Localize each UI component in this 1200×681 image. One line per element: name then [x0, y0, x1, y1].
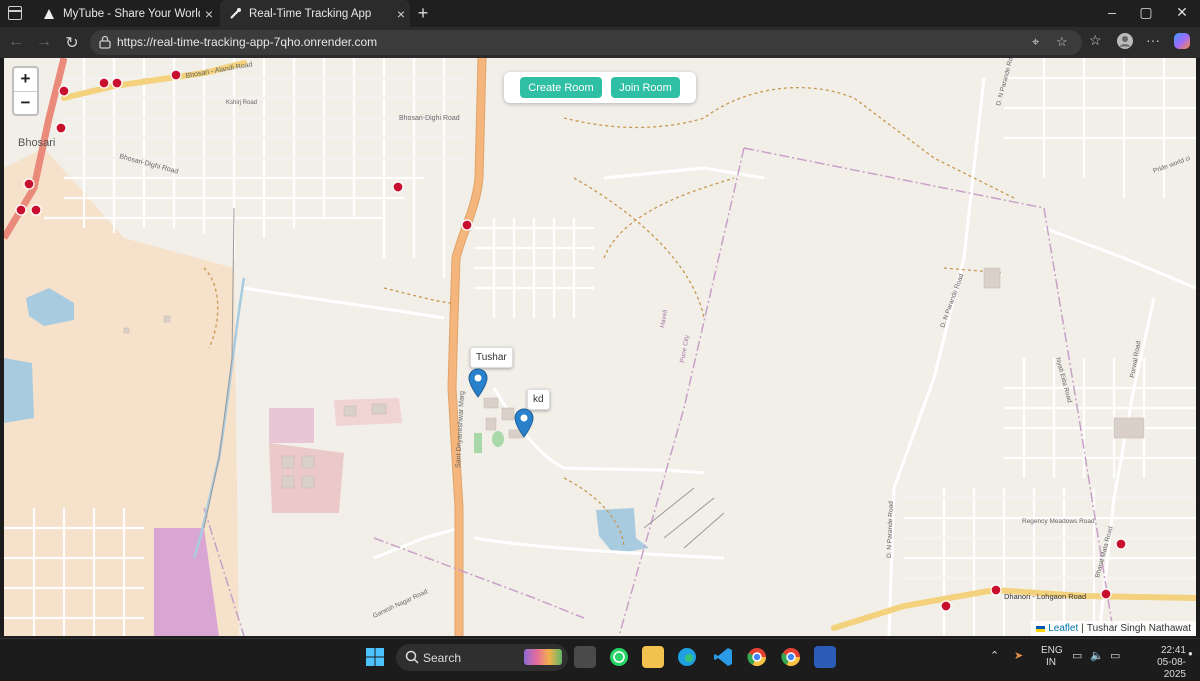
mytube-favicon-icon — [42, 7, 56, 21]
tab-title: Real-Time Tracking App — [249, 7, 372, 20]
back-icon[interactable]: ← — [6, 33, 26, 51]
tab-mytube[interactable]: MyTube - Share Your World × — [34, 0, 218, 27]
admin-label: Pune City — [679, 334, 691, 364]
taskbar-search[interactable]: Search — [396, 644, 568, 671]
map-attribution: Leaflet | Tushar Singh Nathawat — [1031, 621, 1196, 636]
url-text[interactable]: https://real-time-tracking-app-7qho.onre… — [117, 35, 377, 49]
road-label: D. N Parande Road — [995, 58, 1017, 107]
forward-icon[interactable]: → — [34, 33, 54, 51]
tab-tracking-app[interactable]: Real-Time Tracking App × — [220, 0, 410, 27]
battery-icon[interactable]: ▭ — [1110, 649, 1120, 662]
copilot-icon[interactable] — [1173, 32, 1191, 53]
address-bar[interactable]: https://real-time-tracking-app-7qho.onre… — [90, 30, 1082, 55]
vscode-icon[interactable] — [712, 646, 734, 668]
network-icon[interactable]: ▭ — [1072, 649, 1082, 662]
road-label: Regency Meadows Road — [1022, 518, 1095, 525]
start-icon[interactable] — [364, 646, 386, 668]
create-room-button[interactable]: Create Room — [520, 77, 602, 98]
road-label: Dhanori - Lohgaon Road — [1004, 592, 1086, 601]
road-label: Ganesh Nagar Road — [372, 588, 429, 620]
new-tab-button[interactable]: + — [414, 3, 432, 24]
road-label: Pride world ci — [1152, 155, 1191, 175]
language-code: ENG — [1041, 645, 1063, 656]
profile-avatar[interactable] — [1116, 32, 1134, 53]
road-label: Kshirj Road — [226, 100, 257, 106]
road-label: D. N Parande Road — [939, 273, 965, 329]
tab-close-icon[interactable]: × — [200, 6, 218, 22]
road-label: D. N Parande Road — [886, 501, 895, 558]
marker-tooltip: kd — [527, 389, 550, 410]
room-controls: Create Room Join Room — [504, 72, 696, 103]
whatsapp-icon[interactable] — [608, 646, 630, 668]
site-info-icon[interactable] — [98, 35, 112, 54]
place-label-bhosari: Bhosari — [18, 137, 55, 149]
favorites-icon[interactable]: ☆ — [1089, 32, 1102, 49]
notification-icon[interactable]: ● — [1188, 649, 1193, 658]
clock-time: 22:41 — [1160, 645, 1186, 656]
region-code: IN — [1046, 657, 1056, 668]
zoom-out-button[interactable]: − — [14, 91, 37, 114]
word-icon[interactable] — [814, 646, 836, 668]
chrome-profile-icon[interactable] — [780, 646, 802, 668]
search-highlight-icon — [524, 649, 562, 665]
system-clock[interactable]: 22:41 05-08-2025 — [1140, 645, 1186, 681]
chrome-icon[interactable] — [746, 646, 768, 668]
ukraine-flag-icon — [1036, 625, 1046, 632]
task-view-icon[interactable] — [574, 646, 596, 668]
reload-icon[interactable]: ↻ — [62, 33, 82, 53]
maximize-icon[interactable]: ▢ — [1128, 4, 1164, 21]
search-icon — [405, 650, 419, 667]
language-indicator[interactable]: ENG IN — [1041, 645, 1063, 669]
map-tiles: Bhosari Bhosari - Alandi Road Kshirj Roa… — [4, 58, 1196, 636]
road-label: Bhosari-Dighi Road — [118, 153, 179, 175]
minimize-icon[interactable]: – — [1094, 4, 1130, 20]
taskbar: Search ⌃ ➤ ENG IN ▭ 🔈 ▭ 22:41 05-08-2025… — [0, 638, 1200, 680]
map-container[interactable]: Bhosari Bhosari - Alandi Road Kshirj Roa… — [4, 58, 1196, 636]
file-explorer-icon[interactable] — [642, 646, 664, 668]
location-active-icon[interactable]: ➤ — [1014, 649, 1023, 662]
tab-close-icon[interactable]: × — [392, 6, 410, 22]
location-marker-icon[interactable] — [468, 368, 488, 398]
zoom-in-button[interactable]: + — [14, 68, 37, 91]
location-icon[interactable]: ⌖ — [1032, 34, 1039, 50]
edge-icon[interactable] — [676, 646, 698, 668]
clock-date: 05-08-2025 — [1157, 657, 1186, 680]
attribution-separator: | — [1081, 623, 1084, 634]
browser-tab-strip: MyTube - Share Your World × Real-Time Tr… — [0, 0, 1200, 27]
leaflet-link[interactable]: Leaflet — [1048, 623, 1078, 634]
road-label: Bhosari-Dighi Road — [399, 115, 460, 122]
close-window-icon[interactable]: ✕ — [1164, 4, 1200, 21]
tracking-favicon-icon — [228, 7, 242, 21]
join-room-button[interactable]: Join Room — [611, 77, 680, 98]
attribution-author: Tushar Singh Nathawat — [1086, 623, 1191, 634]
marker-tooltip: Tushar — [470, 347, 513, 368]
browser-toolbar: ← → ↻ https://real-time-tracking-app-7qh… — [0, 27, 1200, 58]
favorite-star-icon[interactable]: ☆ — [1056, 34, 1068, 50]
zoom-control: + − — [12, 66, 39, 116]
admin-label: Haveli — [659, 309, 669, 328]
window-menu-icon[interactable] — [8, 6, 22, 20]
tab-title: MyTube - Share Your World — [63, 7, 200, 20]
location-marker-icon[interactable] — [514, 408, 534, 438]
show-hidden-icons-icon[interactable]: ⌃ — [990, 649, 999, 662]
volume-icon[interactable]: 🔈 — [1090, 649, 1104, 662]
more-menu-icon[interactable]: ··· — [1146, 32, 1160, 48]
search-label: Search — [423, 651, 462, 665]
